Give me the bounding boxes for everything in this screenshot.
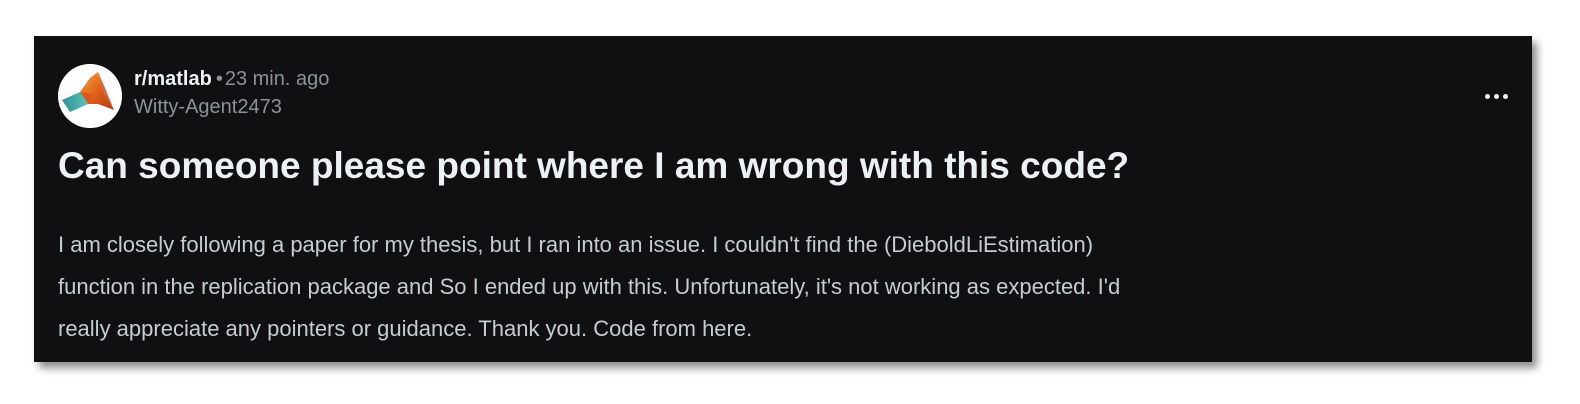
- meta-top-row: r/matlab • 23 min. ago: [134, 66, 329, 94]
- author-link[interactable]: Witty-Agent2473: [134, 94, 329, 120]
- post-body-line: I am closely following a paper for my th…: [58, 232, 1094, 257]
- more-options-button[interactable]: [1478, 78, 1514, 114]
- subreddit-avatar[interactable]: [58, 64, 122, 128]
- post-body-line: really appreciate any pointers or guidan…: [58, 316, 753, 341]
- post-meta: r/matlab • 23 min. ago Witty-Agent2473: [134, 66, 329, 120]
- more-options-icon-dot: [1493, 93, 1499, 99]
- more-options-icon: [1484, 93, 1490, 99]
- matlab-logo-icon: [58, 64, 122, 128]
- meta-separator: •: [215, 68, 223, 90]
- post-title[interactable]: Can someone please point where I am wron…: [58, 142, 1129, 190]
- post-card[interactable]: r/matlab • 23 min. ago Witty-Agent2473 Can…: [34, 36, 1532, 362]
- post-body: I am closely following a paper for my th…: [58, 224, 1498, 350]
- more-options-icon-dot: [1502, 93, 1508, 99]
- post-body-line: function in the replication package and …: [58, 274, 1121, 299]
- subreddit-link[interactable]: r/matlab: [134, 68, 212, 90]
- post-timestamp: 23 min. ago: [224, 68, 330, 90]
